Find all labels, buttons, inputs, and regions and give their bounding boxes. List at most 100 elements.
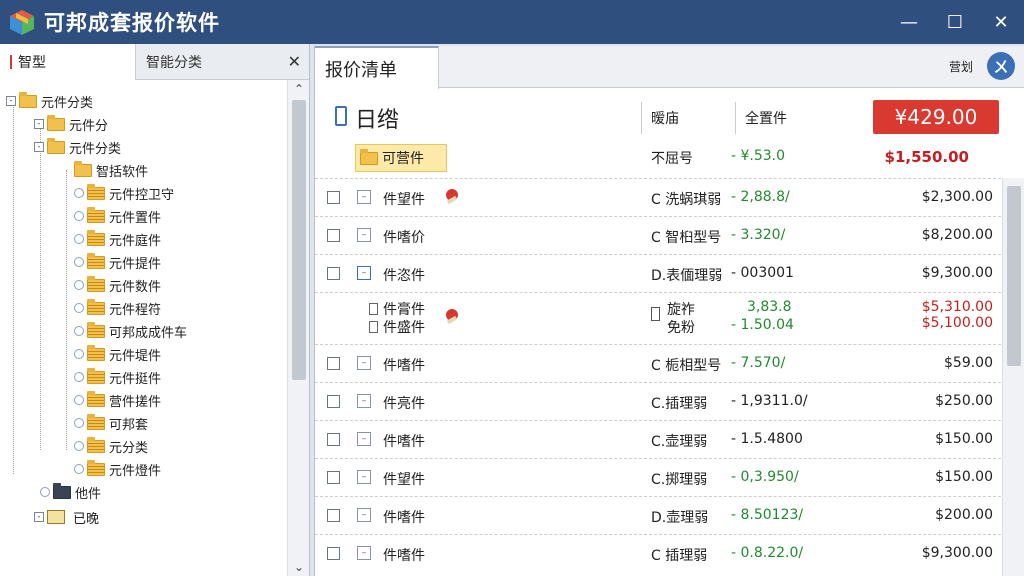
item-price: $59.00 (944, 355, 993, 371)
tree-node[interactable]: 元件数件 (74, 274, 161, 296)
item-name: 件膏件 (383, 302, 425, 318)
tree-node[interactable]: 元件置件 (74, 205, 161, 227)
table-scrollbar[interactable] (1002, 178, 1024, 576)
item-icon: – (357, 546, 371, 560)
tree-node-label: 可邦套 (109, 417, 149, 433)
window-title: 可邦成套报价软件 (44, 11, 220, 35)
header-divider (735, 102, 736, 134)
tree-node[interactable]: 元件庭件 (74, 228, 161, 250)
tree-node-root[interactable]: - 元件分类 (6, 90, 93, 112)
row-checkbox[interactable] (327, 267, 340, 280)
tab-model[interactable]: 智型 (0, 44, 136, 80)
tree-node[interactable]: 营件搓件 (74, 389, 161, 411)
tree-node-label: 元件提件 (109, 256, 162, 272)
node-bullet-icon (74, 188, 84, 198)
item-price: $9,300.00 (921, 265, 993, 281)
tree-node[interactable]: - 已晚 (34, 506, 99, 528)
row-checkbox[interactable] (327, 395, 340, 408)
tree-node[interactable]: 元件燈件 (74, 458, 161, 480)
item-icon: – (357, 190, 371, 204)
row-checkbox[interactable] (327, 433, 340, 446)
table-row[interactable]: – 件亮件 C.插理弱 - 1,9311.0/ $250.00 (315, 382, 1001, 420)
table-row[interactable]: – 件嗜价 C 智桕型号 - 3.320/ $8,200.00 (315, 216, 1001, 254)
table-row[interactable]: – 件嗜件 C 栀相型号 - 7.570/ $59.00 (315, 344, 1001, 382)
collapse-icon[interactable]: - (34, 119, 44, 129)
tree-node[interactable]: - 元件分类 (34, 136, 121, 158)
pin-icon[interactable] (443, 187, 461, 205)
table-row[interactable]: – 件嗜件 D.壶理弱 - 8.50123/ $200.00 (315, 496, 1001, 534)
app-logo-icon (8, 8, 36, 36)
close-button[interactable]: ✕ (978, 0, 1024, 44)
table-row[interactable]: – 件恣件 D.表偭理弱 - 003001 $9,300.00 (315, 254, 1001, 292)
sub-item-icon (369, 321, 378, 333)
table-row[interactable]: – 件嗜件 C 插理弱 - 0.8.22.0/ $9,300.00 (315, 534, 1001, 572)
folder-icon (19, 91, 37, 108)
tree-node[interactable]: 元件控卫守 (74, 182, 174, 204)
pin-icon[interactable] (443, 307, 461, 325)
row-checkbox[interactable] (327, 191, 340, 204)
document-icon (335, 106, 347, 126)
table-row[interactable]: – 件嗜件 C.壶理弱 - 1.5.4800 $150.00 (315, 420, 1001, 458)
tree-node-label: 可邦成成件车 (109, 325, 188, 341)
tree-node[interactable]: 可邦套 (74, 412, 148, 434)
collapse-icon[interactable]: - (6, 96, 16, 106)
item-quantity: - 1.5.4800 (731, 431, 803, 447)
item-icon: – (357, 228, 371, 242)
node-bullet-icon (74, 418, 84, 428)
node-bullet-icon (40, 487, 50, 497)
table-scroll-thumb[interactable] (1007, 186, 1021, 366)
user-avatar-button[interactable]: ㄨ (987, 52, 1015, 80)
row-checkbox[interactable] (327, 547, 340, 560)
table-row[interactable]: – 件望件 C 洗蜗琪弱 - 2,88.8/ $2,300.00 (315, 178, 1001, 216)
header-divider (641, 102, 642, 134)
item-type: C 插理弱 (651, 548, 708, 564)
maximize-button[interactable]: ☐ (932, 0, 978, 44)
tab-quote-list[interactable]: 报价清单 (315, 46, 439, 89)
tree-node[interactable]: 可邦成成件车 (74, 320, 187, 342)
tree-node[interactable]: 他件 (40, 481, 101, 503)
row-checkbox[interactable] (327, 357, 340, 370)
panel-close-icon[interactable]: ✕ (288, 52, 301, 71)
top-right-label[interactable]: 营划 (949, 58, 973, 75)
group-chip[interactable]: 可营件 (355, 144, 447, 172)
tree-node[interactable]: 元件堤件 (74, 343, 161, 365)
column-header-2[interactable]: 全置件 (745, 108, 787, 128)
item-name: 件望件 (383, 472, 425, 488)
item-quantity: - 0,3.950/ (731, 469, 799, 485)
group-row[interactable]: 可营件 不屈号 - ¥.53.0 $1,550.00 (315, 140, 1001, 176)
item-type-secondary: 免粉 (667, 320, 695, 336)
tree-node-label: 已晚 (73, 511, 100, 527)
group-price: $1,550.00 (884, 148, 969, 166)
collapse-icon[interactable]: - (34, 142, 44, 152)
folder-list-icon (87, 298, 105, 315)
tree-scrollbar[interactable]: ⌃ ⌄ (287, 80, 309, 576)
scroll-down-icon[interactable]: ⌄ (288, 560, 310, 574)
column-header-1[interactable]: 暧庙 (651, 108, 679, 128)
tree-node[interactable]: - 元件分 (34, 113, 108, 135)
scroll-up-icon[interactable]: ⌃ (288, 82, 310, 96)
folder-list-icon (87, 459, 105, 476)
group-quantity: - ¥.53.0 (731, 148, 786, 164)
collapse-icon[interactable]: - (34, 512, 44, 522)
tree-node[interactable]: 元件程符 (74, 297, 161, 319)
item-type: C.掷理弱 (651, 472, 708, 488)
table-row[interactable]: – 件望件 C.掷理弱 - 0,3.950/ $150.00 (315, 458, 1001, 496)
tree-node[interactable]: 智括软件 (74, 159, 148, 181)
folder-list-icon (87, 367, 105, 384)
row-checkbox[interactable] (327, 471, 340, 484)
tree-node-label: 元件控卫守 (109, 187, 175, 203)
sub-item-icon (369, 303, 378, 315)
tab-smart-category[interactable]: 智能分类 (136, 44, 286, 80)
tree-node[interactable]: 元件挺件 (74, 366, 161, 388)
minimize-button[interactable]: — (886, 0, 932, 44)
item-icon: – (357, 394, 371, 408)
row-checkbox[interactable] (327, 509, 340, 522)
node-bullet-icon (74, 441, 84, 451)
tree-node[interactable]: 元分类 (74, 435, 148, 457)
table-row[interactable]: 件膏件 件盛件 旋祚 免粉 3,83.8 - 1.50.04 $5,310.00… (315, 292, 1001, 344)
tree-scroll-thumb[interactable] (292, 100, 306, 380)
item-price: $150.00 (935, 469, 993, 485)
row-checkbox[interactable] (327, 229, 340, 242)
tree-node[interactable]: 元件提件 (74, 251, 161, 273)
tree-node-label: 智括软件 (96, 164, 149, 180)
